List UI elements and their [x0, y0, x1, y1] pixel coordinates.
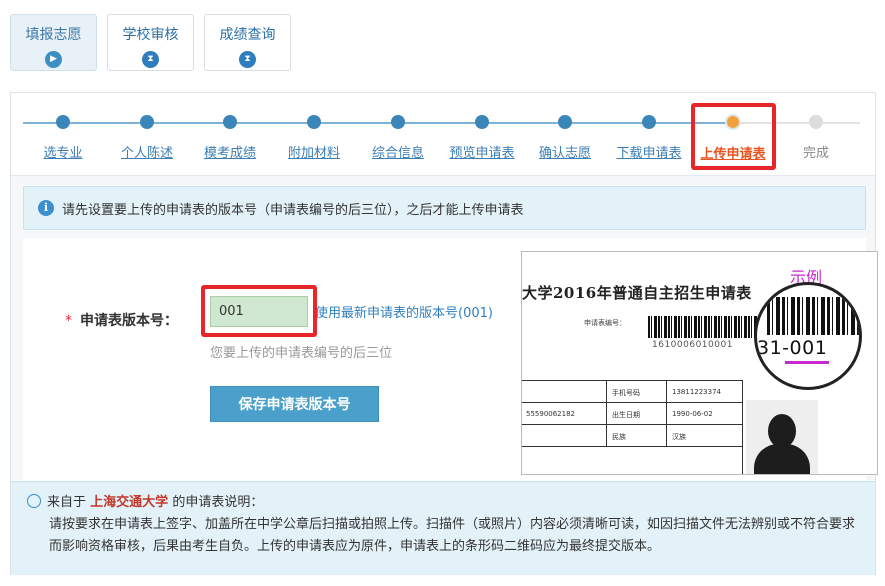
- step-dot: [307, 115, 321, 129]
- table-line: [606, 380, 607, 446]
- version-hint: 您要上传的申请表编号的后三位: [210, 346, 393, 361]
- step-complete: 完成: [771, 115, 861, 161]
- play-circle-icon: ▶: [45, 51, 62, 68]
- step-dot: [56, 115, 70, 129]
- step-general-info[interactable]: 综合信息: [353, 115, 443, 161]
- step-preview-form[interactable]: 预览申请表: [437, 115, 527, 161]
- step-dot: [223, 115, 237, 129]
- use-latest-version-link[interactable]: 使用最新申请表的版本号(001): [315, 302, 493, 321]
- table-cell: 13811223374: [672, 388, 721, 396]
- table-line: [522, 446, 742, 447]
- version-label-text: 申请表版本号：: [80, 313, 178, 329]
- table-line: [742, 380, 743, 474]
- step-dot: [391, 115, 405, 129]
- table-line: [522, 402, 742, 403]
- note-prefix: 来自于: [47, 495, 87, 510]
- step-label[interactable]: 选专业: [43, 142, 82, 161]
- info-icon: i: [38, 200, 54, 216]
- info-bar: i 请先设置要上传的申请表的版本号（申请表编号的后三位），之后才能上传申请表: [23, 186, 866, 230]
- step-confirm-choice[interactable]: 确认志愿: [520, 115, 610, 161]
- table-line: [666, 380, 667, 446]
- main-panel: 选专业 个人陈述 模考成绩 附加材料 综合信息 预览申请表 确认志愿 下载申请表…: [10, 92, 878, 575]
- tab-label: 学校审核: [122, 27, 179, 43]
- tab-school-review[interactable]: 学校审核 ⧗: [107, 14, 194, 71]
- example-image: 大学2016年普通自主招生申请表 申请表编号： 1610006010001 手机…: [521, 251, 878, 475]
- magnified-barcode: [767, 297, 859, 335]
- step-dot: [558, 115, 572, 129]
- university-name: 上海交通大学: [90, 495, 169, 510]
- step-label[interactable]: 确认志愿: [539, 142, 591, 161]
- table-line: [522, 424, 742, 425]
- table-cell: 民族: [612, 433, 626, 441]
- step-additional-materials[interactable]: 附加材料: [269, 115, 359, 161]
- tab-label: 填报志愿: [25, 27, 82, 43]
- note-body: 请按要求在申请表上签字、加盖所在中学公章后扫描或拍照上传。扫描件（或照片）内容必…: [49, 517, 856, 554]
- step-label[interactable]: 预览申请表: [449, 142, 514, 161]
- note-suffix: 的申请表说明：: [172, 495, 264, 510]
- tab-score-query[interactable]: 成绩查询 ⧗: [204, 14, 291, 71]
- tab-label: 成绩查询: [219, 27, 276, 43]
- magnifier: 31-001: [754, 282, 862, 390]
- step-download-form[interactable]: 下载申请表: [604, 115, 694, 161]
- step-dot-todo: [809, 115, 823, 129]
- step-label[interactable]: 个人陈述: [121, 142, 173, 161]
- info-text: 请先设置要上传的申请表的版本号（申请表编号的后三位），之后才能上传申请表: [62, 202, 524, 218]
- highlight-box: [201, 285, 317, 337]
- step-select-major[interactable]: 选专业: [18, 115, 108, 161]
- table-cell: 汉族: [672, 433, 686, 441]
- step-personal-statement[interactable]: 个人陈述: [102, 115, 192, 161]
- version-underline: [785, 361, 829, 364]
- step-dot: [642, 115, 656, 129]
- save-version-button[interactable]: 保存申请表版本号: [210, 386, 379, 422]
- tab-fill-application[interactable]: 填报志愿 ▶: [10, 14, 97, 71]
- highlight-box: [691, 103, 776, 170]
- step-progress: 选专业 个人陈述 模考成绩 附加材料 综合信息 预览申请表 确认志愿 下载申请表…: [11, 93, 875, 175]
- table-line: [522, 380, 742, 381]
- step-label: 完成: [802, 146, 829, 161]
- version-form: * 申请表版本号： 使用最新申请表的版本号(001) 您要上传的申请表编号的后三位…: [23, 238, 878, 481]
- table-cell: 1990-06-02: [672, 410, 713, 418]
- step-label[interactable]: 下载申请表: [616, 142, 681, 161]
- applicant-photo: [746, 400, 818, 474]
- step-dot: [140, 115, 154, 129]
- content-area: i 请先设置要上传的申请表的版本号（申请表编号的后三位），之后才能上传申请表 *…: [11, 175, 878, 481]
- step-label[interactable]: 综合信息: [372, 142, 424, 161]
- magnified-number: 31-001: [757, 337, 828, 359]
- table-cell: 55590062182: [526, 410, 575, 418]
- top-tabs: 填报志愿 ▶ 学校审核 ⧗ 成绩查询 ⧗: [10, 14, 291, 71]
- version-label: * 申请表版本号：: [65, 310, 178, 330]
- step-mock-scores[interactable]: 模考成绩: [185, 115, 275, 161]
- hourglass-icon: ⧗: [142, 51, 159, 68]
- step-label[interactable]: 模考成绩: [204, 142, 256, 161]
- required-mark: *: [65, 313, 72, 329]
- step-label[interactable]: 附加材料: [288, 142, 340, 161]
- form-instructions: 来自于 上海交通大学 的申请表说明： 请按要求在申请表上签字、加盖所在中学公章后…: [11, 481, 875, 575]
- example-form-no-label: 申请表编号：: [584, 319, 626, 327]
- example-barcode-number: 1610006010001: [652, 340, 733, 350]
- table-cell: 手机号码: [612, 389, 640, 397]
- photo-silhouette: [754, 444, 810, 474]
- photo-silhouette: [768, 414, 796, 448]
- lightbulb-icon: [27, 494, 41, 508]
- step-dot: [475, 115, 489, 129]
- note-header: 来自于 上海交通大学 的申请表说明：: [27, 492, 861, 514]
- table-cell: 出生日期: [612, 411, 640, 419]
- example-form-title: 大学2016年普通自主招生申请表: [522, 284, 752, 302]
- hourglass-icon: ⧗: [239, 51, 256, 68]
